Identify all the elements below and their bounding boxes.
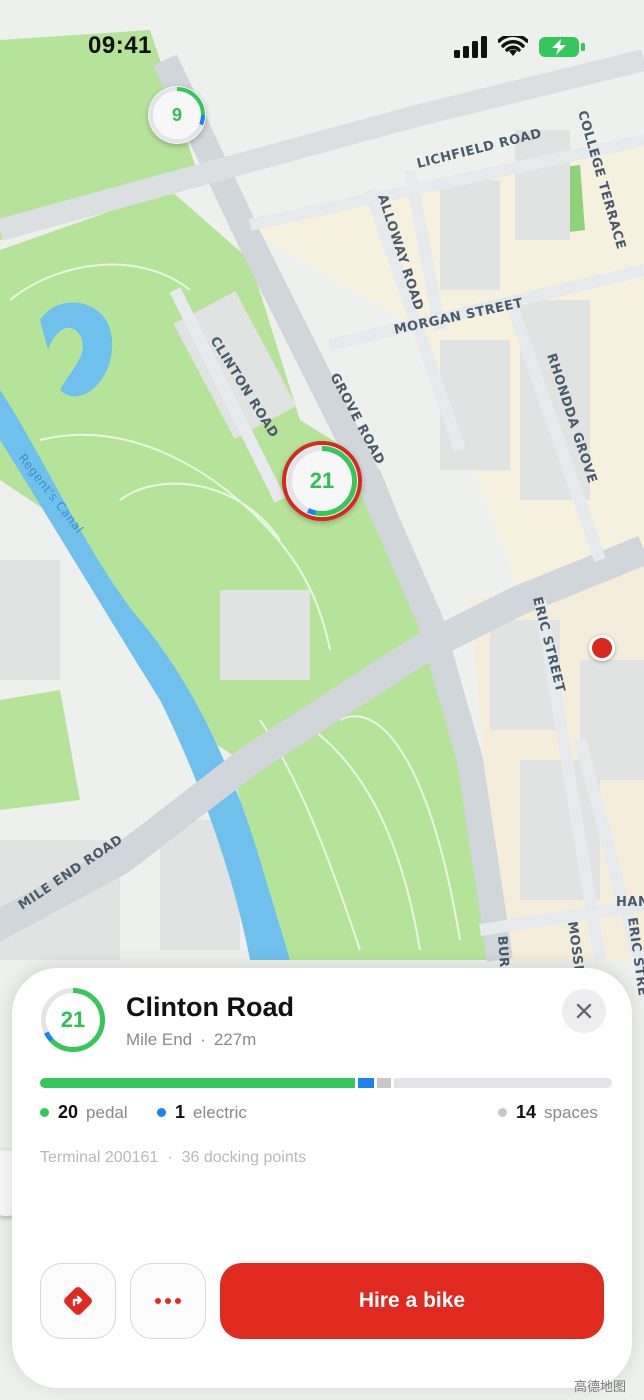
docking-points: 36 docking points bbox=[181, 1149, 307, 1166]
pedal-label: pedal bbox=[86, 1102, 128, 1122]
station-pin-north[interactable]: 9 bbox=[148, 86, 206, 144]
close-button[interactable] bbox=[562, 989, 606, 1033]
availability-bar bbox=[40, 1078, 612, 1088]
spaces-dot bbox=[498, 1108, 507, 1117]
status-time: 09:41 bbox=[88, 32, 152, 59]
separator-dot: · bbox=[200, 1030, 206, 1049]
legend-spaces: 14 spaces bbox=[498, 1102, 598, 1123]
electric-label: electric bbox=[193, 1102, 247, 1122]
terminal-info: Terminal 200161 · 36 docking points bbox=[40, 1149, 306, 1167]
status-icons bbox=[454, 36, 586, 58]
segment-gap bbox=[391, 1078, 394, 1088]
separator-dot: · bbox=[167, 1149, 173, 1166]
spaces-segment-start bbox=[377, 1078, 391, 1088]
location-marker[interactable] bbox=[589, 635, 615, 661]
station-availability-ring: 21 bbox=[40, 987, 106, 1053]
pin-count: 9 bbox=[171, 104, 182, 125]
directions-button[interactable] bbox=[40, 1263, 116, 1339]
close-icon bbox=[576, 1003, 592, 1019]
station-pin-selected[interactable]: 21 bbox=[282, 441, 362, 521]
station-distance: 227m bbox=[213, 1030, 257, 1049]
legend-pedal: 20 pedal bbox=[40, 1102, 128, 1123]
status-bar: 09:41 bbox=[0, 0, 644, 96]
pedal-dot bbox=[40, 1108, 49, 1117]
spaces-count: 14 bbox=[516, 1102, 537, 1122]
electric-count: 1 bbox=[175, 1102, 186, 1122]
station-name: Clinton Road bbox=[126, 992, 294, 1022]
cellular-signal-icon bbox=[454, 36, 487, 58]
station-subtitle: Mile End · 227m bbox=[126, 1030, 256, 1050]
pin-count: 21 bbox=[309, 468, 335, 493]
more-button[interactable] bbox=[130, 1263, 206, 1339]
pedal-segment bbox=[40, 1078, 355, 1088]
hire-bike-button[interactable]: Hire a bike bbox=[220, 1263, 604, 1339]
battery-charging-icon bbox=[539, 37, 585, 57]
pedal-count: 20 bbox=[58, 1102, 79, 1122]
station-bike-count: 21 bbox=[60, 1007, 86, 1032]
electric-segment bbox=[358, 1078, 374, 1088]
terminal-id: Terminal 200161 bbox=[40, 1149, 159, 1166]
directions-icon bbox=[64, 1287, 92, 1315]
wifi-icon bbox=[498, 36, 528, 56]
legend-electric: 1 electric bbox=[157, 1102, 247, 1123]
station-area: Mile End bbox=[126, 1030, 193, 1049]
label-ham-partial: HAN bbox=[616, 895, 644, 910]
map-attribution: 高德地图 bbox=[574, 1379, 627, 1394]
spaces-label: spaces bbox=[544, 1102, 598, 1122]
label-burdett-partial: BUR bbox=[494, 935, 511, 968]
station-sheet: 21 Clinton Road Mile End · 227m 20 pedal 1… bbox=[12, 968, 632, 1388]
electric-dot bbox=[157, 1108, 166, 1117]
more-icon bbox=[155, 1298, 181, 1304]
